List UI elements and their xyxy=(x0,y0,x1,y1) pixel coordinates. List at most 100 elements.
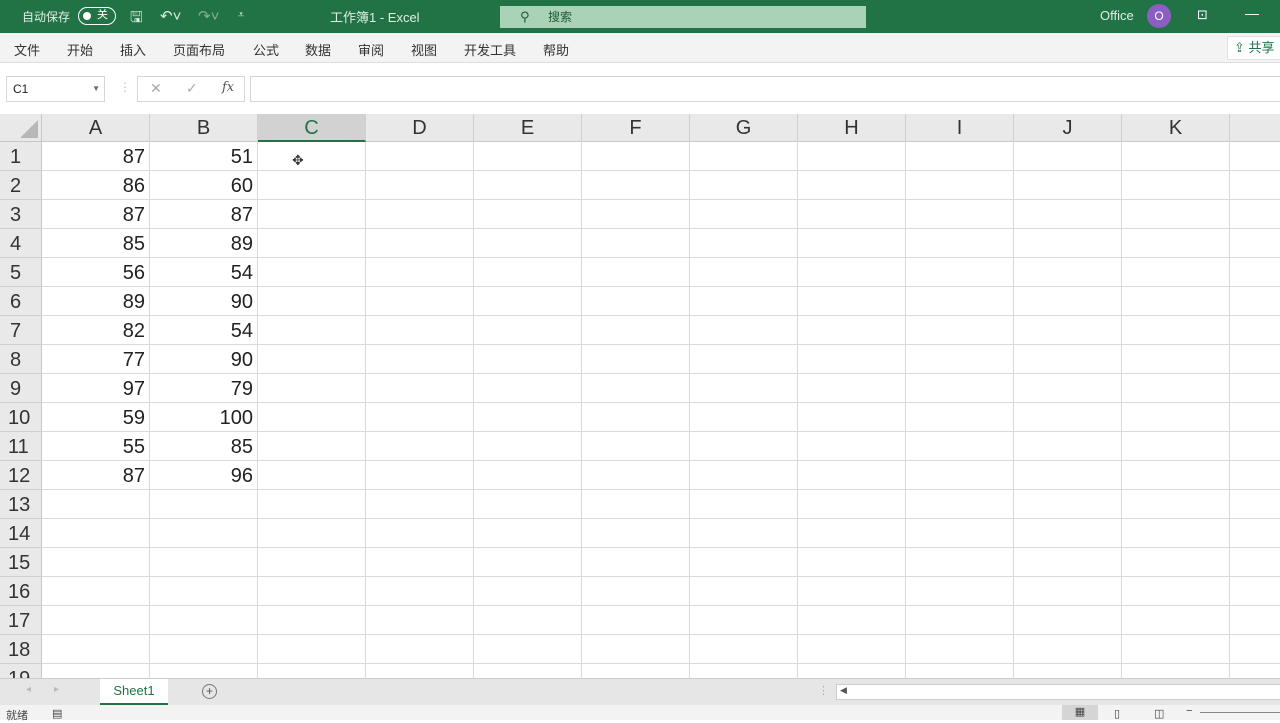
tab-help[interactable]: 帮助 xyxy=(543,40,569,59)
cell-g18[interactable] xyxy=(690,635,798,664)
cell-i14[interactable] xyxy=(906,519,1014,548)
cell-d15[interactable] xyxy=(366,548,474,577)
cell-h3[interactable] xyxy=(798,200,906,229)
cell-g12[interactable] xyxy=(690,461,798,490)
cell-b15[interactable] xyxy=(150,548,258,577)
cell-d12[interactable] xyxy=(366,461,474,490)
cell-c16[interactable] xyxy=(258,577,366,606)
cell-k16[interactable] xyxy=(1122,577,1230,606)
undo-icon[interactable]: ↶˅ xyxy=(160,7,181,25)
cell-j10[interactable] xyxy=(1014,403,1122,432)
cell-d11[interactable] xyxy=(366,432,474,461)
tab-home[interactable]: 开始 xyxy=(67,40,93,59)
cell-f10[interactable] xyxy=(582,403,690,432)
tab-data[interactable]: 数据 xyxy=(305,40,331,59)
cell-a4[interactable]: 85 xyxy=(42,229,150,258)
cell-j7[interactable] xyxy=(1014,316,1122,345)
cell-f13[interactable] xyxy=(582,490,690,519)
cell-h14[interactable] xyxy=(798,519,906,548)
cell-b4[interactable]: 89 xyxy=(150,229,258,258)
cell-i6[interactable] xyxy=(906,287,1014,316)
cell-c1[interactable] xyxy=(258,142,366,171)
cell-i16[interactable] xyxy=(906,577,1014,606)
cell-k10[interactable] xyxy=(1122,403,1230,432)
cell-l14[interactable] xyxy=(1230,519,1280,548)
cell-g1[interactable] xyxy=(690,142,798,171)
cell-k2[interactable] xyxy=(1122,171,1230,200)
cell-e4[interactable] xyxy=(474,229,582,258)
name-box[interactable]: C1 ▼ xyxy=(6,76,105,102)
row-header-13[interactable]: 13 xyxy=(0,490,42,519)
sheet-tab-sheet1[interactable]: Sheet1 xyxy=(100,679,168,705)
cell-l18[interactable] xyxy=(1230,635,1280,664)
cell-c10[interactable] xyxy=(258,403,366,432)
cell-e17[interactable] xyxy=(474,606,582,635)
cell-b7[interactable]: 54 xyxy=(150,316,258,345)
cell-b1[interactable]: 51 xyxy=(150,142,258,171)
cell-a18[interactable] xyxy=(42,635,150,664)
row-header-17[interactable]: 17 xyxy=(0,606,42,635)
cell-i7[interactable] xyxy=(906,316,1014,345)
cell-e7[interactable] xyxy=(474,316,582,345)
cell-d10[interactable] xyxy=(366,403,474,432)
cell-l8[interactable] xyxy=(1230,345,1280,374)
cell-k17[interactable] xyxy=(1122,606,1230,635)
cell-c13[interactable] xyxy=(258,490,366,519)
cell-j19[interactable] xyxy=(1014,664,1122,678)
cell-j14[interactable] xyxy=(1014,519,1122,548)
cell-c9[interactable] xyxy=(258,374,366,403)
page-break-view-icon[interactable]: ◫ xyxy=(1154,707,1164,720)
horizontal-scrollbar[interactable]: ◀ xyxy=(836,684,1280,700)
row-header-12[interactable]: 12 xyxy=(0,461,42,490)
cell-c18[interactable] xyxy=(258,635,366,664)
scroll-left-icon[interactable]: ◀ xyxy=(840,685,847,696)
cell-h12[interactable] xyxy=(798,461,906,490)
cell-l7[interactable] xyxy=(1230,316,1280,345)
tab-split-handle[interactable]: ⋮ xyxy=(818,684,829,697)
cell-g3[interactable] xyxy=(690,200,798,229)
column-header-g[interactable]: G xyxy=(690,114,798,142)
cell-l1[interactable] xyxy=(1230,142,1280,171)
cell-h9[interactable] xyxy=(798,374,906,403)
row-header-7[interactable]: 7 xyxy=(0,316,42,345)
cell-g11[interactable] xyxy=(690,432,798,461)
cell-e10[interactable] xyxy=(474,403,582,432)
cell-d16[interactable] xyxy=(366,577,474,606)
cell-e5[interactable] xyxy=(474,258,582,287)
column-header-e[interactable]: E xyxy=(474,114,582,142)
row-header-9[interactable]: 9 xyxy=(0,374,42,403)
cell-i9[interactable] xyxy=(906,374,1014,403)
row-header-18[interactable]: 18 xyxy=(0,635,42,664)
cell-a2[interactable]: 86 xyxy=(42,171,150,200)
cell-a12[interactable]: 87 xyxy=(42,461,150,490)
tab-view[interactable]: 视图 xyxy=(411,40,437,59)
cell-k13[interactable] xyxy=(1122,490,1230,519)
cell-f11[interactable] xyxy=(582,432,690,461)
row-header-19[interactable]: 19 xyxy=(0,664,42,678)
cell-a15[interactable] xyxy=(42,548,150,577)
cell-d13[interactable] xyxy=(366,490,474,519)
cell-d2[interactable] xyxy=(366,171,474,200)
cell-a8[interactable]: 77 xyxy=(42,345,150,374)
cell-e15[interactable] xyxy=(474,548,582,577)
add-sheet-icon[interactable]: + xyxy=(202,684,217,699)
cell-h8[interactable] xyxy=(798,345,906,374)
cell-f9[interactable] xyxy=(582,374,690,403)
column-header-c[interactable]: C xyxy=(258,114,366,142)
cell-i2[interactable] xyxy=(906,171,1014,200)
zoom-out-icon[interactable]: − xyxy=(1186,705,1192,717)
cell-f18[interactable] xyxy=(582,635,690,664)
cell-l13[interactable] xyxy=(1230,490,1280,519)
cell-k4[interactable] xyxy=(1122,229,1230,258)
spreadsheet-grid[interactable]: A B C D E F G H I J K 1 87 51 2 86 60 3 87 87 4 85 89 5 56 54 6 89 9… xyxy=(0,114,1280,678)
cell-d9[interactable] xyxy=(366,374,474,403)
cell-e9[interactable] xyxy=(474,374,582,403)
cell-c4[interactable] xyxy=(258,229,366,258)
save-icon[interactable]: 🖫 xyxy=(130,7,143,32)
cell-d1[interactable] xyxy=(366,142,474,171)
cell-f3[interactable] xyxy=(582,200,690,229)
cell-a3[interactable]: 87 xyxy=(42,200,150,229)
cell-j16[interactable] xyxy=(1014,577,1122,606)
cell-i19[interactable] xyxy=(906,664,1014,678)
cell-k8[interactable] xyxy=(1122,345,1230,374)
